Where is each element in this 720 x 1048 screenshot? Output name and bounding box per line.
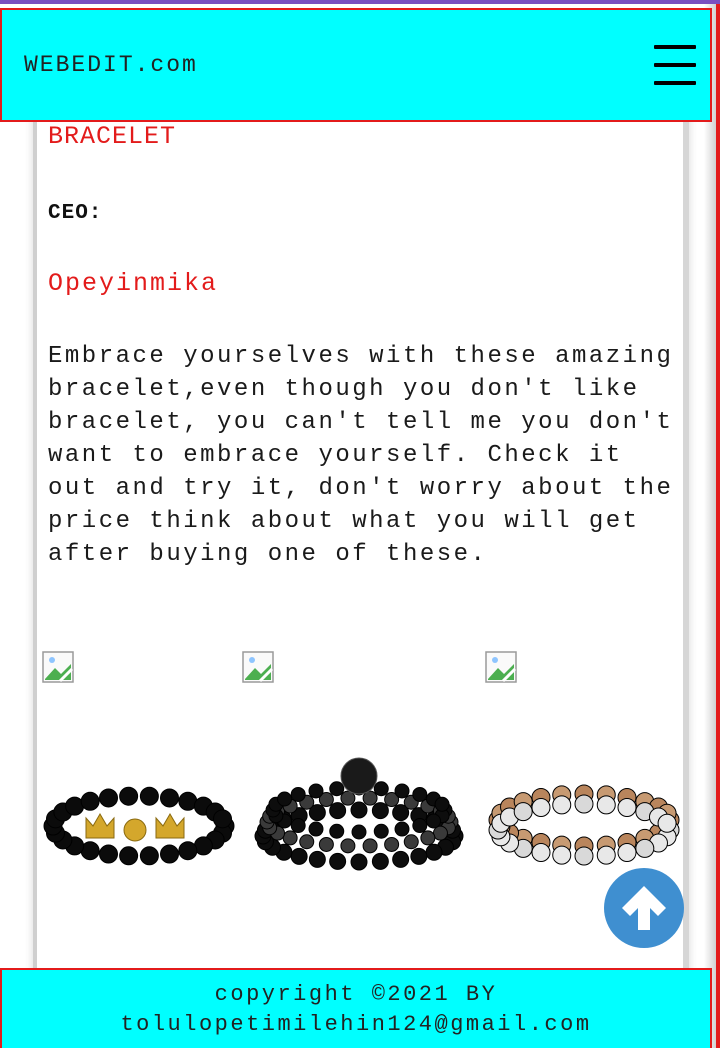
site-logo[interactable]: WEBEDIT.com [24,52,198,78]
hamburger-menu-icon[interactable] [654,45,696,85]
broken-image-icon [42,651,74,683]
scroll-to-top-button[interactable] [604,868,684,948]
menu-bar [654,81,696,85]
product-description: Embrace yourselves with these amazing br… [48,343,674,568]
menu-bar [654,45,696,49]
site-header: WEBEDIT.com [0,8,712,122]
product-title: BRACELET [48,122,177,151]
site-footer: copyright ©2021 BY tolulopetimilehin124@… [0,968,712,1048]
contact-email[interactable]: tolulopetimilehin124@gmail.com [120,1010,591,1040]
ceo-name: Opeyinmika [48,269,219,298]
broken-image-icon [485,651,517,683]
white-brown-stone-bracelet-set-image[interactable] [487,754,682,874]
product-card: BRACELET CEO: Opeyinmika Embrace yoursel… [33,114,689,974]
scrollbar-shadow [704,4,716,1048]
ceo-label: CEO: [48,202,103,225]
black-lion-bracelet-set-image[interactable] [252,754,467,884]
arrow-up-icon [622,886,666,930]
broken-image-icon [242,651,274,683]
black-bead-gold-crown-bracelet-image[interactable] [42,732,237,912]
page-frame: WEBEDIT.com BRACELET CEO: Opeyinmika Emb… [0,0,720,1048]
page-edge [716,4,720,1048]
menu-bar [654,63,696,67]
copyright-text: copyright ©2021 BY [214,982,498,1007]
